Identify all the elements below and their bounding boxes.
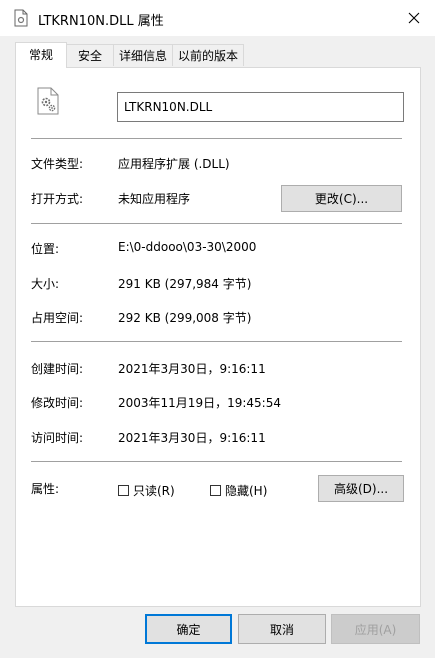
- opens-with-label: 打开方式:: [31, 192, 84, 206]
- close-button[interactable]: [392, 0, 435, 36]
- size-value: 291 KB (297,984 字节): [118, 277, 252, 291]
- readonly-label: 只读(R): [133, 484, 175, 498]
- size-on-disk-label: 占用空间:: [31, 311, 84, 325]
- accessed-label: 访问时间:: [31, 431, 84, 445]
- readonly-checkbox[interactable]: 只读(R): [118, 482, 175, 499]
- modified-value: 2003年11月19日，19:45:54: [118, 396, 281, 410]
- created-label: 创建时间:: [31, 362, 84, 376]
- hidden-checkbox[interactable]: 隐藏(H): [210, 482, 267, 499]
- hidden-checkbox-box[interactable]: [210, 485, 221, 496]
- size-on-disk-value: 292 KB (299,008 字节): [118, 311, 252, 325]
- close-icon: [408, 12, 419, 24]
- modified-label: 修改时间:: [31, 396, 84, 410]
- change-button[interactable]: 更改(C)...: [281, 185, 402, 212]
- separator: [31, 341, 402, 342]
- tab-details[interactable]: 详细信息: [113, 44, 173, 66]
- hidden-label: 隐藏(H): [225, 484, 268, 498]
- file-type-label: 文件类型:: [31, 157, 84, 171]
- apply-button[interactable]: 应用(A): [331, 614, 420, 644]
- created-value: 2021年3月30日，9:16:11: [118, 362, 266, 376]
- size-label: 大小:: [31, 277, 60, 291]
- file-type-value: 应用程序扩展 (.DLL): [118, 157, 230, 171]
- advanced-button[interactable]: 高级(D)...: [318, 475, 404, 502]
- file-icon: [14, 9, 28, 27]
- accessed-value: 2021年3月30日，9:16:11: [118, 431, 266, 445]
- attributes-label: 属性:: [31, 482, 60, 496]
- tab-security[interactable]: 安全: [66, 44, 114, 66]
- tab-general[interactable]: 常规: [15, 42, 67, 68]
- cancel-button[interactable]: 取消: [238, 614, 326, 644]
- location-value: E:\0-ddooo\03-30\2000: [118, 240, 257, 254]
- general-panel: [15, 67, 421, 607]
- separator: [31, 461, 402, 462]
- location-label: 位置:: [31, 242, 60, 256]
- dll-file-icon: [36, 87, 60, 115]
- readonly-checkbox-box[interactable]: [118, 485, 129, 496]
- opens-with-value: 未知应用程序: [118, 192, 191, 206]
- separator: [31, 223, 402, 224]
- tab-previous-versions[interactable]: 以前的版本: [172, 44, 244, 66]
- ok-button[interactable]: 确定: [145, 614, 232, 644]
- window-title: LTKRN10N.DLL 属性: [38, 14, 164, 29]
- separator: [31, 138, 402, 139]
- filename-field[interactable]: [117, 92, 404, 122]
